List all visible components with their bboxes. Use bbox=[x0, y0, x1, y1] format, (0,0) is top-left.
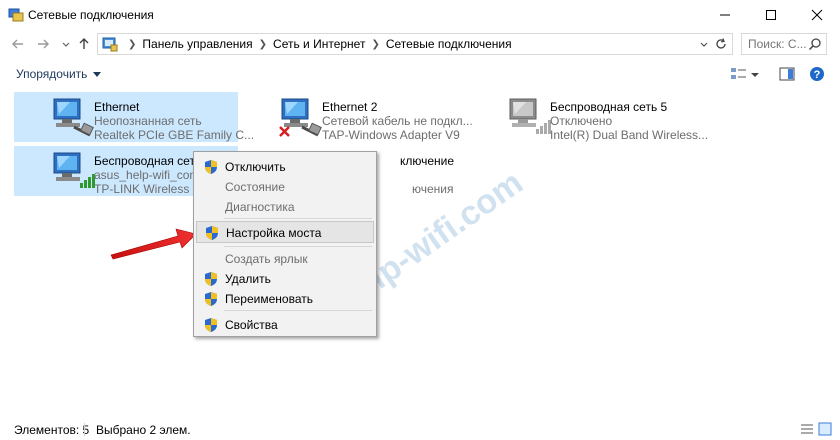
menu-item-label: Удалить bbox=[225, 272, 271, 286]
breadcrumb-network-connections[interactable]: Сетевые подключения bbox=[386, 37, 512, 51]
forward-button[interactable] bbox=[35, 36, 51, 52]
connection-wireless-5[interactable]: Беспроводная сеть 5 Отключено Intel(R) D… bbox=[470, 92, 708, 142]
chevron-down-icon bbox=[62, 42, 70, 47]
organize-label: Упорядочить bbox=[16, 67, 88, 81]
connection-name: Ethernet bbox=[94, 100, 140, 114]
help-icon[interactable]: ? bbox=[808, 66, 826, 82]
search-input[interactable] bbox=[748, 36, 808, 52]
window-title: Сетевые подключения bbox=[28, 8, 154, 22]
connection-name: Беспроводная сеть 5 bbox=[550, 100, 668, 114]
command-bar: Упорядочить ? bbox=[0, 60, 840, 88]
minimize-button[interactable] bbox=[702, 0, 748, 30]
connection-text: Ethernet Неопознанная сеть Realtek PCIe … bbox=[94, 100, 254, 142]
preview-pane-icon[interactable] bbox=[778, 66, 796, 82]
selected-count: Выбрано 2 элем. bbox=[96, 423, 191, 437]
minimize-icon bbox=[720, 14, 730, 16]
breadcrumb-separator-icon: ❯ bbox=[371, 38, 380, 50]
connection-status: Отключено bbox=[550, 114, 613, 128]
up-button[interactable] bbox=[76, 36, 92, 52]
ethernet-icon bbox=[279, 98, 322, 137]
view-options-chevron-icon[interactable] bbox=[750, 66, 760, 82]
menu-separator bbox=[224, 218, 372, 219]
uac-shield-icon bbox=[205, 318, 217, 332]
menu-item-properties[interactable]: Свойства bbox=[196, 314, 374, 336]
uac-shield-icon bbox=[206, 226, 218, 240]
wireless-icon bbox=[509, 98, 551, 134]
status-bar: Элементов: 5 Выбрано 2 элем. bbox=[0, 418, 840, 440]
close-button[interactable] bbox=[794, 0, 840, 30]
menu-separator bbox=[224, 246, 372, 247]
connection-adapter: TAP-Windows Adapter V9 bbox=[322, 128, 460, 142]
connection-text: Беспроводная сеть 5 Отключено Intel(R) D… bbox=[550, 100, 708, 142]
item-count: Элементов: 5 bbox=[14, 423, 90, 437]
organize-button[interactable]: Упорядочить bbox=[16, 67, 102, 81]
context-menu: Отключить Состояние Диагностика Настройк… bbox=[193, 151, 377, 337]
disconnected-x-icon bbox=[279, 126, 290, 137]
connection-status: Сетевой кабель не подкл... bbox=[322, 114, 473, 128]
breadcrumb-separator-icon: ❯ bbox=[258, 38, 268, 50]
change-view-icon[interactable] bbox=[730, 66, 748, 82]
maximize-icon bbox=[766, 10, 776, 20]
address-bar[interactable]: ❯ Панель управления ❯ Сеть и Интернет ❯ … bbox=[97, 33, 733, 55]
forward-arrow-icon bbox=[38, 39, 49, 49]
menu-item-create-shortcut[interactable]: Создать ярлык bbox=[196, 248, 374, 270]
search-box[interactable] bbox=[741, 33, 827, 55]
breadcrumb: ❯ Панель управления ❯ Сеть и Интернет ❯ … bbox=[122, 37, 512, 51]
connection-ethernet-2[interactable]: Ethernet 2 Сетевой кабель не подкл... TA… bbox=[242, 92, 473, 142]
details-view-icon[interactable] bbox=[800, 422, 814, 436]
svg-text:?: ? bbox=[814, 69, 821, 81]
breadcrumb-network-internet[interactable]: Сеть и Интернет bbox=[273, 37, 365, 51]
breadcrumb-separator-icon: ❯ bbox=[128, 38, 137, 50]
menu-item-label: Диагностика bbox=[225, 200, 295, 214]
menu-item-label: Состояние bbox=[225, 180, 285, 194]
menu-item-label: Свойства bbox=[225, 318, 278, 332]
title-bar: Сетевые подключения bbox=[0, 0, 840, 30]
breadcrumb-control-panel[interactable]: Панель управления bbox=[142, 37, 252, 51]
menu-item-bridge-connections[interactable]: Настройка моста bbox=[196, 221, 374, 243]
connection-ethernet[interactable]: Ethernet Неопознанная сеть Realtek PCIe … bbox=[14, 92, 254, 142]
red-arrow-annotation bbox=[110, 228, 197, 260]
ethernet-icon bbox=[53, 98, 94, 137]
search-icon bbox=[808, 38, 821, 51]
status-divider bbox=[84, 423, 85, 436]
uac-shield-icon bbox=[205, 160, 217, 174]
connection-status: Неопознанная сеть bbox=[94, 114, 202, 128]
maximize-button[interactable] bbox=[748, 0, 794, 30]
menu-item-disable[interactable]: Отключить bbox=[196, 156, 374, 178]
connection-adapter: Realtek PCIe GBE Family C... bbox=[94, 128, 255, 142]
menu-item-diagnostics[interactable]: Диагностика bbox=[196, 196, 374, 218]
menu-item-label: Создать ярлык bbox=[225, 252, 308, 266]
uac-shield-icon bbox=[205, 272, 217, 286]
up-arrow-icon bbox=[79, 38, 89, 49]
back-arrow-icon bbox=[12, 39, 23, 49]
uac-shield-icon bbox=[205, 292, 217, 306]
menu-item-rename[interactable]: Переименовать bbox=[196, 288, 374, 310]
control-panel-icon bbox=[102, 37, 118, 52]
close-icon bbox=[811, 9, 823, 21]
connection-adapter: Intel(R) Dual Band Wireless... bbox=[550, 128, 709, 142]
menu-item-label: Настройка моста bbox=[226, 226, 322, 240]
connection-text: Ethernet 2 Сетевой кабель не подкл... TA… bbox=[322, 100, 473, 142]
menu-item-delete[interactable]: Удалить bbox=[196, 268, 374, 290]
back-button[interactable] bbox=[10, 36, 26, 52]
refresh-icon[interactable] bbox=[714, 37, 728, 51]
wireless-icon bbox=[53, 152, 95, 188]
recent-locations-button[interactable] bbox=[58, 36, 74, 52]
menu-item-label: Переименовать bbox=[225, 292, 313, 306]
menu-separator bbox=[224, 310, 372, 311]
menu-item-status[interactable]: Состояние bbox=[196, 176, 374, 198]
menu-item-label: Отключить bbox=[225, 160, 286, 174]
connection-name: Ethernet 2 bbox=[322, 100, 378, 114]
chevron-down-icon bbox=[93, 71, 102, 77]
large-icons-view-icon[interactable] bbox=[818, 422, 832, 436]
address-history-icon[interactable] bbox=[698, 38, 710, 50]
network-connections-icon bbox=[8, 8, 24, 22]
